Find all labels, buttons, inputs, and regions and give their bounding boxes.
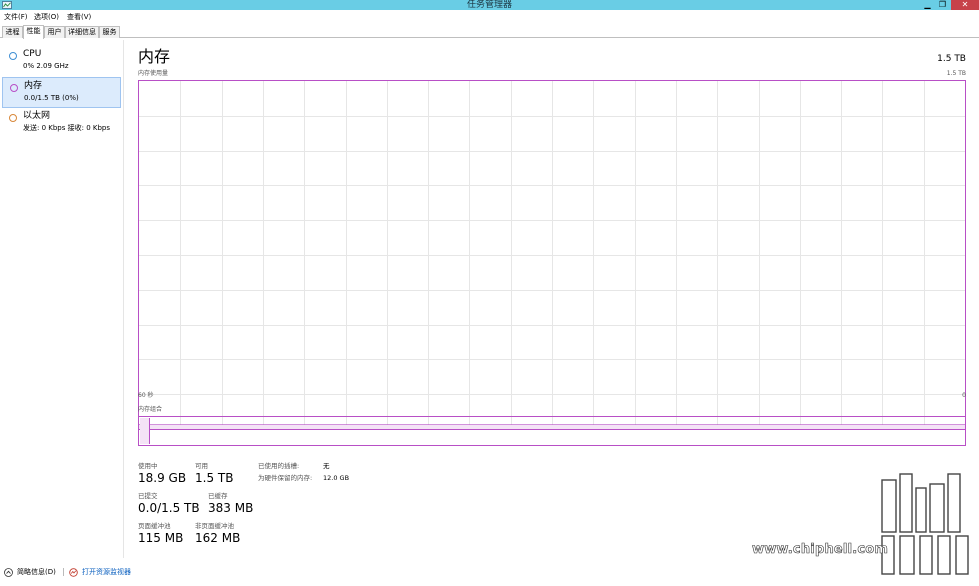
resource-sidebar: CPU 0% 2.09 GHz 内存 0.0/1.5 TB (0%) 以太网 发… xyxy=(0,40,124,558)
maximize-button[interactable]: ❐ xyxy=(936,0,949,10)
menu-file[interactable]: 文件(F) xyxy=(4,11,28,23)
sidebar-item-cpu[interactable]: CPU 0% 2.09 GHz xyxy=(2,46,121,77)
menu-options[interactable]: 选项(O) xyxy=(34,11,59,23)
usage-graph-max: 1.5 TB xyxy=(946,70,966,77)
cached-value: 383 MB xyxy=(208,501,254,515)
status-bar: 简略信息(D) 打开资源监视器 xyxy=(0,565,700,579)
memory-graph-icon xyxy=(10,84,18,92)
composition-caption: 内存组合 xyxy=(138,406,163,413)
tab-bar: 进程 性能 用户 详细信息 服务 xyxy=(0,25,979,39)
watermark-text: www.chiphell.com xyxy=(752,542,889,558)
composition-in-use-segment xyxy=(140,418,150,444)
axis-time-label: 60 秒 xyxy=(138,392,154,399)
watermark: www.chiphell.com xyxy=(752,470,979,580)
tab-details[interactable]: 详细信息 xyxy=(65,26,99,38)
usage-graph-caption: 内存使用量 xyxy=(138,70,169,77)
tab-users[interactable]: 用户 xyxy=(44,26,65,38)
available-value: 1.5 TB xyxy=(195,471,234,485)
sidebar-item-subtitle: 0.0/1.5 TB (0%) xyxy=(24,94,79,102)
nonpaged-pool-label: 非页面缓冲池 xyxy=(195,522,234,530)
in-use-label: 使用中 xyxy=(138,462,158,470)
in-use-value: 18.9 GB xyxy=(138,471,187,485)
memory-usage-graph xyxy=(138,80,966,430)
minimize-button[interactable]: ▁ xyxy=(921,0,934,10)
slots-used-label: 已使用的插槽: xyxy=(258,462,300,470)
hardware-reserved-value: 12.0 GB xyxy=(323,474,350,482)
chiphell-logo-icon xyxy=(881,473,969,575)
sidebar-item-title: 内存 xyxy=(24,81,43,91)
status-divider xyxy=(63,568,64,576)
open-resource-monitor-link[interactable]: 打开资源监视器 xyxy=(82,565,131,579)
committed-label: 已提交 xyxy=(138,492,158,500)
cpu-graph-icon xyxy=(9,52,17,60)
available-label: 可用 xyxy=(195,462,208,470)
menu-bar: 文件(F) 选项(O) 查看(V) xyxy=(0,11,979,23)
sidebar-item-title: CPU xyxy=(23,49,42,59)
total-memory: 1.5 TB xyxy=(937,54,966,64)
committed-value: 0.0/1.5 TB xyxy=(138,501,200,515)
close-button[interactable]: ✕ xyxy=(951,0,979,10)
tab-processes[interactable]: 进程 xyxy=(2,26,23,38)
sidebar-item-title: 以太网 xyxy=(23,111,51,121)
tab-services[interactable]: 服务 xyxy=(99,26,120,38)
resource-monitor-icon xyxy=(69,568,78,577)
graph-grid xyxy=(139,81,965,429)
fewer-details-button[interactable]: 简略信息(D) xyxy=(17,565,56,579)
paged-pool-value: 115 MB xyxy=(138,531,184,545)
title-bar: 任务管理器 ▁ ❐ ✕ xyxy=(0,0,979,10)
sidebar-item-subtitle: 0% 2.09 GHz xyxy=(23,62,69,70)
page-title: 内存 xyxy=(138,47,171,66)
sidebar-item-subtitle: 发送: 0 Kbps 接收: 0 Kbps xyxy=(23,124,110,132)
memory-composition-bar xyxy=(138,416,966,446)
nonpaged-pool-value: 162 MB xyxy=(195,531,241,545)
axis-zero-label: 0 xyxy=(962,392,966,399)
cached-label: 已缓存 xyxy=(208,492,228,500)
tab-performance[interactable]: 性能 xyxy=(23,25,44,39)
hardware-reserved-label: 为硬件保留的内存: xyxy=(258,474,313,482)
chevron-up-icon[interactable] xyxy=(4,568,13,577)
menu-view[interactable]: 查看(V) xyxy=(67,11,91,23)
window-title: 任务管理器 xyxy=(466,0,512,10)
paged-pool-label: 页面缓冲池 xyxy=(138,522,171,530)
sidebar-item-memory[interactable]: 内存 0.0/1.5 TB (0%) xyxy=(2,77,121,108)
ethernet-graph-icon xyxy=(9,114,17,122)
sidebar-item-ethernet[interactable]: 以太网 发送: 0 Kbps 接收: 0 Kbps xyxy=(2,108,121,139)
slots-used-value: 无 xyxy=(323,462,330,470)
